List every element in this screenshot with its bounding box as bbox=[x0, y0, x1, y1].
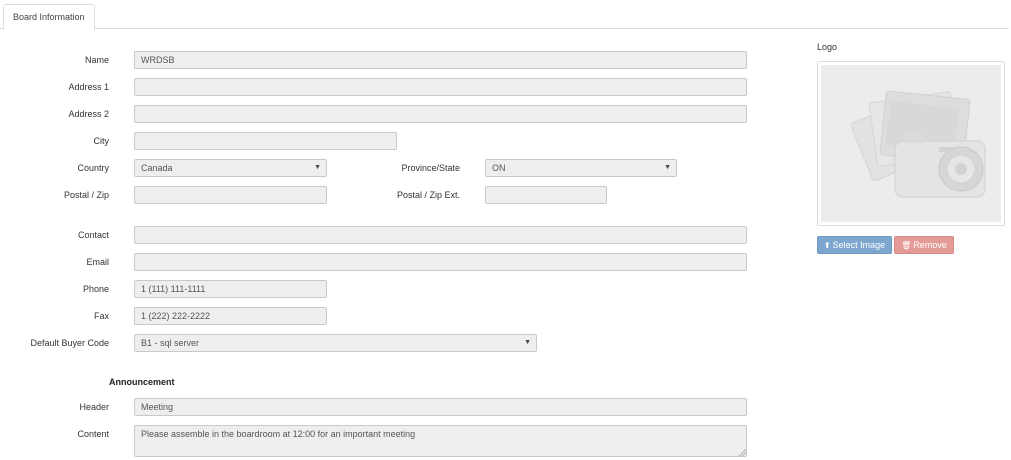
address1-label: Address 1 bbox=[68, 82, 109, 92]
buyer-code-label: Default Buyer Code bbox=[30, 338, 109, 348]
select-image-label: Select Image bbox=[832, 240, 886, 250]
resize-handle-icon[interactable] bbox=[739, 449, 746, 456]
camera-photos-icon bbox=[850, 90, 986, 198]
country-value: Canada bbox=[141, 163, 173, 173]
remove-button[interactable]: 🗑 Remove bbox=[894, 236, 954, 254]
postal-label: Postal / Zip bbox=[63, 190, 109, 200]
postal-input[interactable] bbox=[134, 186, 327, 204]
tab-board-information[interactable]: Board Information bbox=[3, 4, 95, 30]
name-label: Name bbox=[84, 55, 109, 65]
remove-label: Remove bbox=[913, 240, 947, 250]
address2-input[interactable] bbox=[134, 105, 747, 123]
fax-input[interactable] bbox=[134, 307, 327, 325]
fax-label: Fax bbox=[93, 311, 109, 321]
city-label: City bbox=[93, 136, 110, 146]
phone-label: Phone bbox=[82, 284, 109, 294]
chevron-down-icon: ▼ bbox=[314, 164, 321, 171]
province-value: ON bbox=[492, 163, 506, 173]
email-label: Email bbox=[86, 257, 109, 267]
content-wrapper: Please assemble in the boardroom at 12:0… bbox=[134, 425, 747, 457]
upload-icon: ⬆ bbox=[823, 241, 831, 250]
header-input[interactable] bbox=[134, 398, 747, 416]
trash-icon: 🗑 bbox=[901, 241, 912, 250]
buyer-code-select[interactable]: B1 - sql server ▼ bbox=[134, 334, 537, 352]
content-label: Content bbox=[77, 429, 109, 439]
email-input[interactable] bbox=[134, 253, 747, 271]
province-select[interactable]: ON ▼ bbox=[485, 159, 677, 177]
buyer-code-value: B1 - sql server bbox=[141, 338, 200, 348]
postal-ext-label: Postal / Zip Ext. bbox=[396, 190, 460, 200]
logo-label: Logo bbox=[817, 42, 838, 52]
content-textarea[interactable]: Please assemble in the boardroom at 12:0… bbox=[134, 425, 747, 457]
logo-preview bbox=[817, 61, 1005, 226]
country-label: Country bbox=[77, 163, 109, 173]
address1-input[interactable] bbox=[134, 78, 747, 96]
select-image-button[interactable]: ⬆ Select Image bbox=[817, 236, 892, 254]
phone-input[interactable] bbox=[134, 280, 327, 298]
city-input[interactable] bbox=[134, 132, 397, 150]
province-label: Province/State bbox=[401, 163, 460, 173]
announcement-heading: Announcement bbox=[109, 377, 175, 387]
tab-bar: Board Information bbox=[0, 0, 1009, 30]
country-select[interactable]: Canada ▼ bbox=[134, 159, 327, 177]
address2-label: Address 2 bbox=[68, 109, 109, 119]
header-label: Header bbox=[79, 402, 109, 412]
chevron-down-icon: ▼ bbox=[664, 164, 671, 171]
postal-ext-input[interactable] bbox=[485, 186, 607, 204]
name-input[interactable] bbox=[134, 51, 747, 69]
contact-input[interactable] bbox=[134, 226, 747, 244]
contact-label: Contact bbox=[77, 230, 109, 240]
chevron-down-icon: ▼ bbox=[524, 339, 531, 346]
logo-placeholder bbox=[821, 65, 1001, 222]
